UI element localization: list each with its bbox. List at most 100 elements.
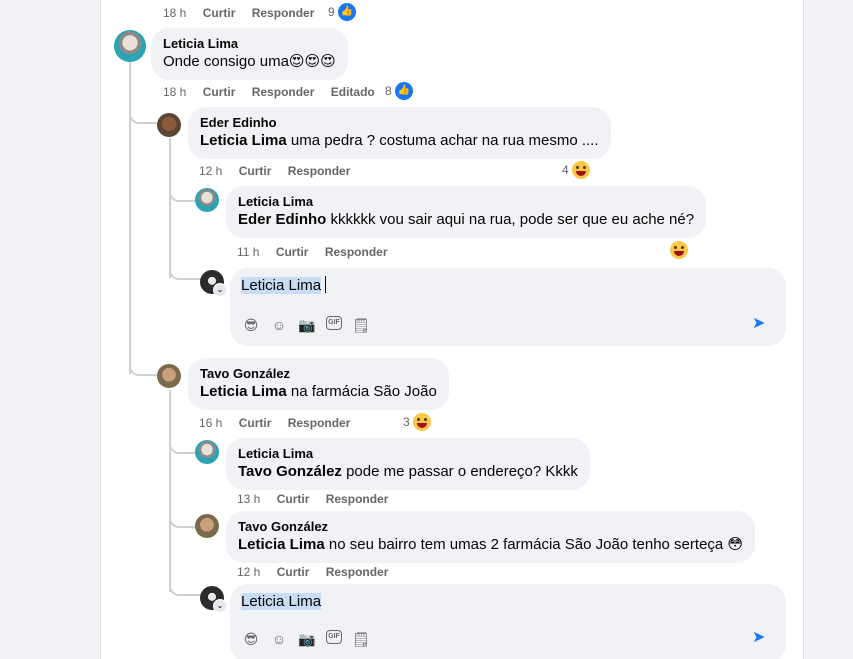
comment-meta: 12 h Curtir Responder — [237, 565, 401, 579]
timestamp: 11 h — [237, 245, 260, 259]
comments-panel: 18 h Curtir Responder 9 👍 Leticia Lima O… — [100, 0, 804, 659]
reply-input[interactable]: Leticia Lima 😎 ☺ 📷 GIF 🗒 ➤ — [230, 268, 786, 346]
reply-link[interactable]: Responder — [325, 245, 388, 259]
thread-line — [169, 390, 171, 592]
gif-icon[interactable]: GIF — [326, 630, 342, 644]
comment-body: no seu bairro tem umas 2 farmácia São Jo… — [324, 536, 744, 553]
like-link[interactable]: Curtir — [277, 565, 310, 579]
reaction-count[interactable] — [670, 241, 688, 259]
avatar[interactable] — [114, 30, 146, 62]
mention-link[interactable]: Tavo González — [238, 463, 342, 480]
comment-meta: 13 h Curtir Responder — [237, 492, 401, 506]
comment-author[interactable]: Tavo González — [238, 519, 743, 535]
reaction-number: 9 — [328, 5, 335, 19]
comment-author[interactable]: Eder Edinho — [200, 115, 599, 131]
camera-icon[interactable]: 📷 — [298, 316, 316, 334]
comment-meta: 18 h Curtir Responder Editado — [163, 85, 388, 99]
composer-toolbar: 😎 ☺ 📷 GIF 🗒 — [242, 316, 370, 334]
like-link[interactable]: Curtir — [239, 164, 272, 178]
gif-icon[interactable]: GIF — [326, 316, 342, 330]
comment-meta: 18 h Curtir Responder — [163, 6, 327, 20]
comment-meta: 16 h Curtir Responder — [199, 416, 363, 430]
timestamp: 16 h — [199, 416, 223, 430]
comment-author[interactable]: Leticia Lima — [238, 194, 694, 210]
comment-body: pode me passar o endereço? Kkkk — [341, 463, 578, 480]
like-link[interactable]: Curtir — [239, 416, 272, 430]
thread-branch — [169, 264, 201, 280]
composer-toolbar: 😎 ☺ 📷 GIF 🗒 — [242, 630, 370, 648]
comment-text: Leticia Lima no seu bairro tem umas 2 fa… — [238, 535, 743, 555]
timestamp: 13 h — [237, 492, 261, 506]
comment-author[interactable]: Leticia Lima — [238, 446, 578, 462]
chevron-down-icon[interactable]: ⌄ — [213, 283, 227, 297]
reply-link[interactable]: Responder — [326, 492, 389, 506]
reply-input-value[interactable]: Leticia Lima — [241, 593, 322, 610]
timestamp: 18 h — [163, 6, 187, 20]
comment-bubble: Eder Edinho Leticia Lima uma pedra ? cos… — [188, 107, 611, 159]
thread-branch — [169, 512, 195, 528]
reply-input[interactable]: Leticia Lima 😎 ☺ 📷 GIF 🗒 ➤ — [230, 584, 786, 659]
haha-reaction-icon — [571, 161, 590, 179]
avatar-sticker-icon[interactable]: 😎 — [242, 316, 260, 334]
timestamp: 12 h — [237, 565, 261, 579]
reaction-number: 8 — [385, 84, 392, 98]
reaction-count[interactable]: 3 — [403, 413, 431, 431]
comment-author[interactable]: Leticia Lima — [163, 36, 336, 52]
comment-body: na farmácia São João — [286, 383, 437, 400]
comment-bubble: Tavo González Leticia Lima na farmácia S… — [188, 358, 449, 410]
comment-author[interactable]: Tavo González — [200, 366, 437, 382]
avatar[interactable] — [157, 113, 181, 137]
avatar[interactable] — [195, 188, 219, 212]
reply-link[interactable]: Responder — [326, 565, 389, 579]
thread-branch — [129, 360, 157, 376]
reaction-number: 3 — [403, 415, 410, 429]
edited-label[interactable]: Editado — [331, 85, 375, 99]
sticker-icon[interactable]: 🗒 — [352, 630, 370, 648]
mention-link[interactable]: Leticia Lima — [238, 536, 325, 553]
send-icon[interactable]: ➤ — [752, 316, 770, 332]
avatar-sticker-icon[interactable]: 😎 — [242, 630, 260, 648]
reply-link[interactable]: Responder — [252, 6, 315, 20]
send-icon[interactable]: ➤ — [752, 630, 770, 646]
reply-input-value[interactable]: Leticia Lima — [241, 277, 322, 294]
comment-bubble: Leticia Lima Onde consigo uma😍😍😍 — [151, 28, 348, 80]
timestamp: 12 h — [199, 164, 223, 178]
mention-link[interactable]: Leticia Lima — [200, 132, 287, 149]
haha-reaction-icon — [412, 413, 431, 431]
thread-branch — [169, 186, 195, 202]
comment-bubble: Leticia Lima Eder Edinho kkkkkk vou sair… — [226, 186, 707, 238]
comment-text: Eder Edinho kkkkkk vou sair aqui na rua,… — [238, 210, 694, 230]
emoji-icon[interactable]: ☺ — [270, 630, 288, 648]
comment-meta: 12 h Curtir Responder — [199, 164, 363, 178]
comment-text: Tavo González pode me passar o endereço?… — [238, 462, 578, 482]
reply-link[interactable]: Responder — [252, 85, 315, 99]
reply-link[interactable]: Responder — [288, 416, 351, 430]
avatar[interactable] — [195, 440, 219, 464]
comment-body: uma pedra ? costuma achar na rua mesmo .… — [286, 132, 599, 149]
avatar[interactable] — [157, 364, 181, 388]
haha-reaction-icon — [670, 241, 688, 259]
text-caret — [325, 276, 327, 293]
camera-icon[interactable]: 📷 — [298, 630, 316, 648]
sticker-icon[interactable]: 🗒 — [352, 316, 370, 334]
reaction-count[interactable]: 9 👍 — [328, 3, 356, 21]
like-link[interactable]: Curtir — [277, 492, 310, 506]
emoji-icon[interactable]: ☺ — [270, 316, 288, 334]
thread-branch — [169, 438, 195, 454]
reply-link[interactable]: Responder — [288, 164, 351, 178]
reaction-count[interactable]: 4 — [562, 161, 590, 179]
reaction-number: 4 — [562, 163, 569, 177]
chevron-down-icon[interactable]: ⌄ — [213, 599, 227, 613]
comment-text: Leticia Lima na farmácia São João — [200, 382, 437, 402]
like-link[interactable]: Curtir — [203, 85, 236, 99]
avatar[interactable] — [195, 514, 219, 538]
like-link[interactable]: Curtir — [203, 6, 236, 20]
comment-text: Onde consigo uma😍😍😍 — [163, 53, 336, 70]
mention-link[interactable]: Leticia Lima — [200, 383, 287, 400]
comment-text: Leticia Lima uma pedra ? costuma achar n… — [200, 131, 599, 151]
like-link[interactable]: Curtir — [276, 245, 309, 259]
mention-link[interactable]: Eder Edinho — [238, 211, 326, 228]
reaction-count[interactable]: 8 👍 — [385, 82, 413, 100]
comment-bubble: Tavo González Leticia Lima no seu bairro… — [226, 511, 756, 563]
thread-branch — [129, 108, 157, 124]
